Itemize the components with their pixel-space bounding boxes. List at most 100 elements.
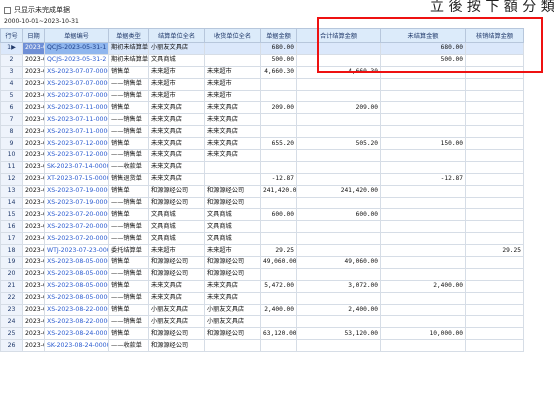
- table-cell[interactable]: 小丽友文具店: [148, 303, 205, 317]
- table-cell[interactable]: [465, 327, 524, 341]
- table-cell[interactable]: ——销售单: [108, 220, 149, 234]
- table-cell[interactable]: ——销售单: [108, 291, 149, 305]
- table-cell[interactable]: [380, 315, 466, 329]
- table-cell[interactable]: 3: [0, 65, 23, 79]
- table-cell[interactable]: ——销售单: [108, 267, 149, 281]
- table-row[interactable]: 242023-08-XS-2023-08-22-00009——销售单小丽友文具店…: [0, 315, 524, 329]
- table-cell[interactable]: [380, 184, 466, 198]
- table-row[interactable]: 132023-07-XS-2023-07-19-00004销售单和源源经公司和源…: [0, 184, 524, 198]
- table-cell[interactable]: [465, 208, 524, 222]
- table-cell[interactable]: 16: [0, 220, 23, 234]
- table-cell[interactable]: 53,120.00: [296, 327, 381, 341]
- table-cell[interactable]: 小丽友文具店: [148, 315, 205, 329]
- table-cell[interactable]: [380, 101, 466, 115]
- table-cell[interactable]: [296, 172, 381, 186]
- table-cell[interactable]: [380, 160, 466, 174]
- table-cell[interactable]: 未来超市: [148, 244, 205, 258]
- table-cell[interactable]: ——销售单: [108, 113, 149, 127]
- table-cell[interactable]: 4,660.30: [296, 65, 381, 79]
- table-cell[interactable]: 未来文具店: [204, 279, 261, 293]
- table-row[interactable]: 172023-07-XS-2023-07-20-00005——销售单文具商城文具…: [0, 232, 524, 246]
- table-cell[interactable]: 13: [0, 184, 23, 198]
- table-cell[interactable]: 未来超市: [204, 244, 261, 258]
- table-cell[interactable]: [465, 53, 524, 67]
- table-cell[interactable]: 2023-07-: [22, 244, 45, 258]
- table-cell[interactable]: 680.00: [260, 42, 297, 55]
- table-cell[interactable]: ——销售单: [108, 315, 149, 329]
- table-row[interactable]: 112023-07-SK-2023-07-14-00002——收款单未来文具店: [0, 160, 524, 174]
- table-cell[interactable]: 2: [0, 53, 23, 67]
- col-header[interactable]: 日期: [22, 28, 45, 43]
- only-unfinished-checkbox[interactable]: [4, 6, 11, 14]
- table-row[interactable]: 52023-07-XS-2023-07-07-00002——销售单未来超市未来超…: [0, 89, 524, 103]
- table-row[interactable]: 82023-07-XS-2023-07-11-00003——销售单未来文具店未来…: [0, 125, 524, 139]
- table-cell[interactable]: 29.25: [465, 244, 524, 258]
- table-cell[interactable]: 4,660.30: [260, 65, 297, 79]
- table-cell[interactable]: 2023-07-: [22, 77, 45, 91]
- table-cell[interactable]: 和源源经公司: [148, 267, 205, 281]
- table-cell[interactable]: QCJS-2023-05-31-2: [44, 53, 109, 67]
- table-cell[interactable]: 600.00: [260, 208, 297, 222]
- table-cell[interactable]: XS-2023-08-22-00009: [44, 315, 109, 329]
- table-cell[interactable]: 17: [0, 232, 23, 246]
- table-cell[interactable]: XS-2023-07-11-00003: [44, 113, 109, 127]
- table-cell[interactable]: 销售退货单: [108, 172, 149, 186]
- table-row[interactable]: 22023-05-QCJS-2023-05-31-2期初未结算单文具商城 500.…: [0, 53, 524, 67]
- table-cell[interactable]: XS-2023-07-07-00002: [44, 77, 109, 91]
- table-cell[interactable]: [296, 77, 381, 91]
- table-cell[interactable]: 2023-08-: [22, 327, 45, 341]
- table-cell[interactable]: [465, 315, 524, 329]
- table-cell[interactable]: [260, 291, 297, 305]
- table-cell[interactable]: 文具商城: [204, 220, 261, 234]
- table-cell[interactable]: ——销售单: [108, 125, 149, 139]
- table-cell[interactable]: [204, 160, 261, 174]
- table-row[interactable]: 72023-07-XS-2023-07-11-00003——销售单未来文具店未来…: [0, 113, 524, 127]
- table-cell[interactable]: 2023-07-: [22, 196, 45, 210]
- table-cell[interactable]: 209.00: [260, 101, 297, 115]
- table-cell[interactable]: 2023-08-: [22, 315, 45, 329]
- table-cell[interactable]: [260, 339, 297, 353]
- table-cell[interactable]: 2023-07-: [22, 113, 45, 127]
- table-cell[interactable]: [260, 160, 297, 174]
- table-cell[interactable]: [380, 65, 466, 79]
- table-row[interactable]: 62023-07-XS-2023-07-11-00003销售单未来文具店未来文具…: [0, 101, 524, 115]
- table-cell[interactable]: 销售单: [108, 303, 149, 317]
- table-row[interactable]: 262023-08-SK-2023-08-24-00004——收款单和源源经公司: [0, 339, 524, 353]
- table-cell[interactable]: 和源源经公司: [204, 196, 261, 210]
- table-cell[interactable]: XS-2023-07-11-00003: [44, 101, 109, 115]
- table-cell[interactable]: [465, 303, 524, 317]
- table-cell[interactable]: 和源源经公司: [204, 327, 261, 341]
- table-cell[interactable]: 1▶: [0, 42, 23, 55]
- table-cell[interactable]: 2023-05-: [22, 42, 45, 55]
- table-cell[interactable]: XS-2023-07-20-00005: [44, 232, 109, 246]
- table-cell[interactable]: 未来超市: [204, 77, 261, 91]
- table-cell[interactable]: 未来文具店: [148, 137, 205, 151]
- table-cell[interactable]: 销售单: [108, 256, 149, 269]
- table-cell[interactable]: 505.20: [296, 137, 381, 151]
- table-row[interactable]: 202023-08-XS-2023-08-05-00006——销售单和源源经公司…: [0, 267, 524, 281]
- table-cell[interactable]: [380, 267, 466, 281]
- table-cell[interactable]: 24: [0, 315, 23, 329]
- table-cell[interactable]: [296, 244, 381, 258]
- table-cell[interactable]: 3,072.00: [296, 279, 381, 293]
- table-cell[interactable]: XS-2023-07-20-00005: [44, 208, 109, 222]
- table-cell[interactable]: 未来文具店: [148, 279, 205, 293]
- table-cell[interactable]: XS-2023-07-12-00001: [44, 149, 109, 162]
- table-cell[interactable]: [296, 42, 381, 55]
- table-cell[interactable]: 销售单: [108, 137, 149, 151]
- table-cell[interactable]: 2,400.00: [296, 303, 381, 317]
- table-cell[interactable]: [380, 125, 466, 139]
- table-cell[interactable]: ——销售单: [108, 89, 149, 103]
- table-cell[interactable]: [465, 232, 524, 246]
- table-cell[interactable]: 2023-08-: [22, 279, 45, 293]
- table-cell[interactable]: [260, 77, 297, 91]
- table-cell[interactable]: 销售单: [108, 65, 149, 79]
- table-cell[interactable]: ——销售单: [108, 196, 149, 210]
- table-row[interactable]: 152023-07-XS-2023-07-20-00005销售单文具商城文具商城…: [0, 208, 524, 222]
- table-cell[interactable]: XS-2023-08-24-00010: [44, 327, 109, 341]
- table-cell[interactable]: 5: [0, 89, 23, 103]
- table-cell[interactable]: 22: [0, 291, 23, 305]
- table-cell[interactable]: 未来文具店: [148, 172, 205, 186]
- table-row[interactable]: 32023-07-XS-2023-07-07-00002销售单未来超市未来超市4…: [0, 65, 524, 79]
- table-cell[interactable]: [296, 125, 381, 139]
